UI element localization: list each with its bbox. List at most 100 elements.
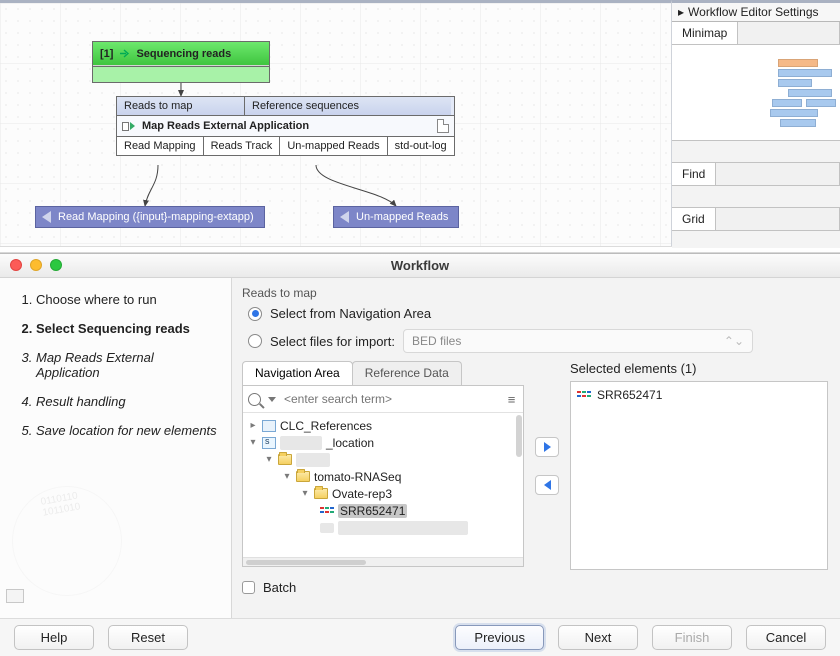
arrow-right-icon (119, 48, 130, 59)
node-map-reads[interactable]: Reads to map Reference sequences Map Rea… (116, 96, 455, 156)
port-read-mapping[interactable]: Read Mapping (117, 137, 204, 155)
previous-button[interactable]: Previous (455, 625, 544, 650)
step-2[interactable]: Select Sequencing reads (36, 321, 217, 336)
corner-tool-icon[interactable] (6, 589, 24, 603)
selected-item-label: SRR652471 (597, 388, 662, 402)
tab-navigation-area[interactable]: Navigation Area (242, 361, 353, 385)
dialog-titlebar[interactable]: Workflow (0, 254, 840, 278)
filter-icon[interactable]: ≡ (505, 392, 518, 407)
disclosure-open-icon[interactable]: ▾ (300, 488, 310, 499)
reset-button[interactable]: Reset (108, 625, 188, 650)
navigation-panel: ≡ ▸ CLC_References ▾ (242, 385, 524, 567)
workflow-dialog: Workflow Choose where to run Select Sequ… (0, 253, 840, 656)
search-input[interactable] (281, 389, 500, 409)
blurred-icon (320, 523, 334, 533)
db-icon (262, 420, 276, 432)
disclosure-open-icon[interactable]: ▾ (248, 437, 258, 448)
tab-grid[interactable]: Grid (672, 208, 716, 230)
import-type-dropdown[interactable]: BED files ⌃⌄ (403, 329, 753, 353)
dialog-title: Workflow (391, 258, 449, 273)
sequence-icon (320, 506, 334, 516)
navigation-tree[interactable]: ▸ CLC_References ▾ _location (243, 413, 523, 557)
tree-tomato[interactable]: tomato-RNASeq (314, 470, 401, 484)
help-button[interactable]: Help (14, 625, 94, 650)
option-files-for-import[interactable]: Select files for import: BED files ⌃⌄ (248, 329, 828, 353)
port-unmapped-reads[interactable]: Un-mapped Reads (280, 137, 387, 155)
arrow-left-icon (544, 480, 551, 490)
tree-srr-selected[interactable]: SRR652471 (338, 504, 407, 518)
close-icon[interactable] (10, 259, 22, 271)
db-s-icon (262, 437, 276, 449)
checkbox-unchecked-icon[interactable] (242, 581, 255, 594)
step-4[interactable]: Result handling (36, 394, 217, 409)
dialog-button-bar: Help Reset Previous Next Finish Cancel (0, 618, 840, 656)
chevron-down-icon[interactable] (268, 397, 276, 402)
port-std-out-log[interactable]: std-out-log (388, 137, 454, 155)
blurred-text[interactable] (296, 453, 330, 467)
dialog-main: Reads to map Select from Navigation Area… (232, 278, 840, 618)
port-reference-sequences[interactable]: Reference sequences (245, 97, 451, 115)
folder-icon (314, 488, 328, 499)
result-arrow-icon (340, 211, 349, 223)
minimap[interactable] (672, 45, 840, 141)
sequence-icon (577, 390, 591, 400)
finish-button[interactable]: Finish (652, 625, 732, 650)
minimize-icon[interactable] (30, 259, 42, 271)
step-3[interactable]: Map Reads External Application (36, 350, 217, 380)
disclosure-open-icon[interactable]: ▾ (282, 471, 292, 482)
node-sequencing-reads[interactable]: [1] Sequencing reads (92, 41, 270, 83)
option-navigation-area[interactable]: Select from Navigation Area (248, 306, 828, 321)
radio-checked-icon[interactable] (248, 307, 262, 321)
tree-ovate[interactable]: Ovate-rep3 (332, 487, 392, 501)
result-unmapped-reads[interactable]: Un-mapped Reads (333, 206, 459, 228)
step-5[interactable]: Save location for new elements (36, 423, 217, 438)
wizard-steps: Choose where to run Select Sequencing re… (0, 278, 232, 618)
scrollbar-vertical[interactable] (516, 415, 522, 457)
batch-option[interactable]: Batch (242, 580, 828, 595)
add-button[interactable] (535, 437, 559, 457)
blurred-text[interactable] (338, 521, 468, 535)
right-sidebar: ▸ Workflow Editor Settings Minimap Find … (672, 0, 840, 248)
tab-find-blank (716, 163, 840, 185)
watermark: 01101101011010 (3, 477, 130, 604)
section-label: Reads to map (242, 286, 828, 300)
radio-unchecked-icon[interactable] (248, 334, 262, 348)
tree-clc[interactable]: CLC_References (280, 419, 372, 433)
folder-icon (296, 471, 310, 482)
step-1[interactable]: Choose where to run (36, 292, 217, 307)
chevron-updown-icon: ⌃⌄ (724, 334, 744, 348)
settings-panel-header[interactable]: ▸ Workflow Editor Settings (672, 3, 840, 22)
workflow-canvas[interactable]: [1] Sequencing reads Reads to map Refere… (0, 0, 672, 248)
next-button[interactable]: Next (558, 625, 638, 650)
tab-find[interactable]: Find (672, 163, 716, 185)
disclosure-right-icon: ▸ (678, 5, 684, 19)
blurred-text (280, 436, 322, 450)
zoom-icon[interactable] (50, 259, 62, 271)
remove-button[interactable] (535, 475, 559, 495)
map-title: Map Reads External Application (142, 120, 309, 132)
run-icon (122, 121, 136, 131)
disclosure-icon[interactable]: ▸ (248, 420, 258, 431)
canvas-bottom-strip (0, 246, 672, 253)
port-reads-to-map[interactable]: Reads to map (117, 97, 245, 115)
result-arrow-icon (42, 211, 51, 223)
seq-drop-zone[interactable] (93, 66, 269, 82)
document-icon[interactable] (437, 119, 449, 133)
disclosure-open-icon[interactable]: ▾ (264, 454, 274, 465)
batch-label: Batch (263, 580, 296, 595)
tab-reference-data[interactable]: Reference Data (352, 361, 462, 385)
seq-badge: [1] (100, 48, 113, 60)
selected-item[interactable]: SRR652471 (577, 388, 821, 402)
result-read-mapping[interactable]: Read Mapping ({input}-mapping-extapp) (35, 206, 265, 228)
port-reads-track[interactable]: Reads Track (204, 137, 281, 155)
selected-elements-list[interactable]: SRR652471 (570, 381, 828, 570)
opt-import-label: Select files for import: (270, 334, 395, 349)
tab-minimap[interactable]: Minimap (672, 22, 738, 44)
result1-label: Read Mapping ({input}-mapping-extapp) (58, 211, 254, 223)
import-type-value: BED files (412, 334, 461, 348)
folder-icon (278, 454, 292, 465)
cancel-button[interactable]: Cancel (746, 625, 826, 650)
settings-title: Workflow Editor Settings (688, 5, 819, 19)
scrollbar-horizontal[interactable] (243, 557, 523, 566)
tree-loc[interactable]: _location (326, 436, 374, 450)
